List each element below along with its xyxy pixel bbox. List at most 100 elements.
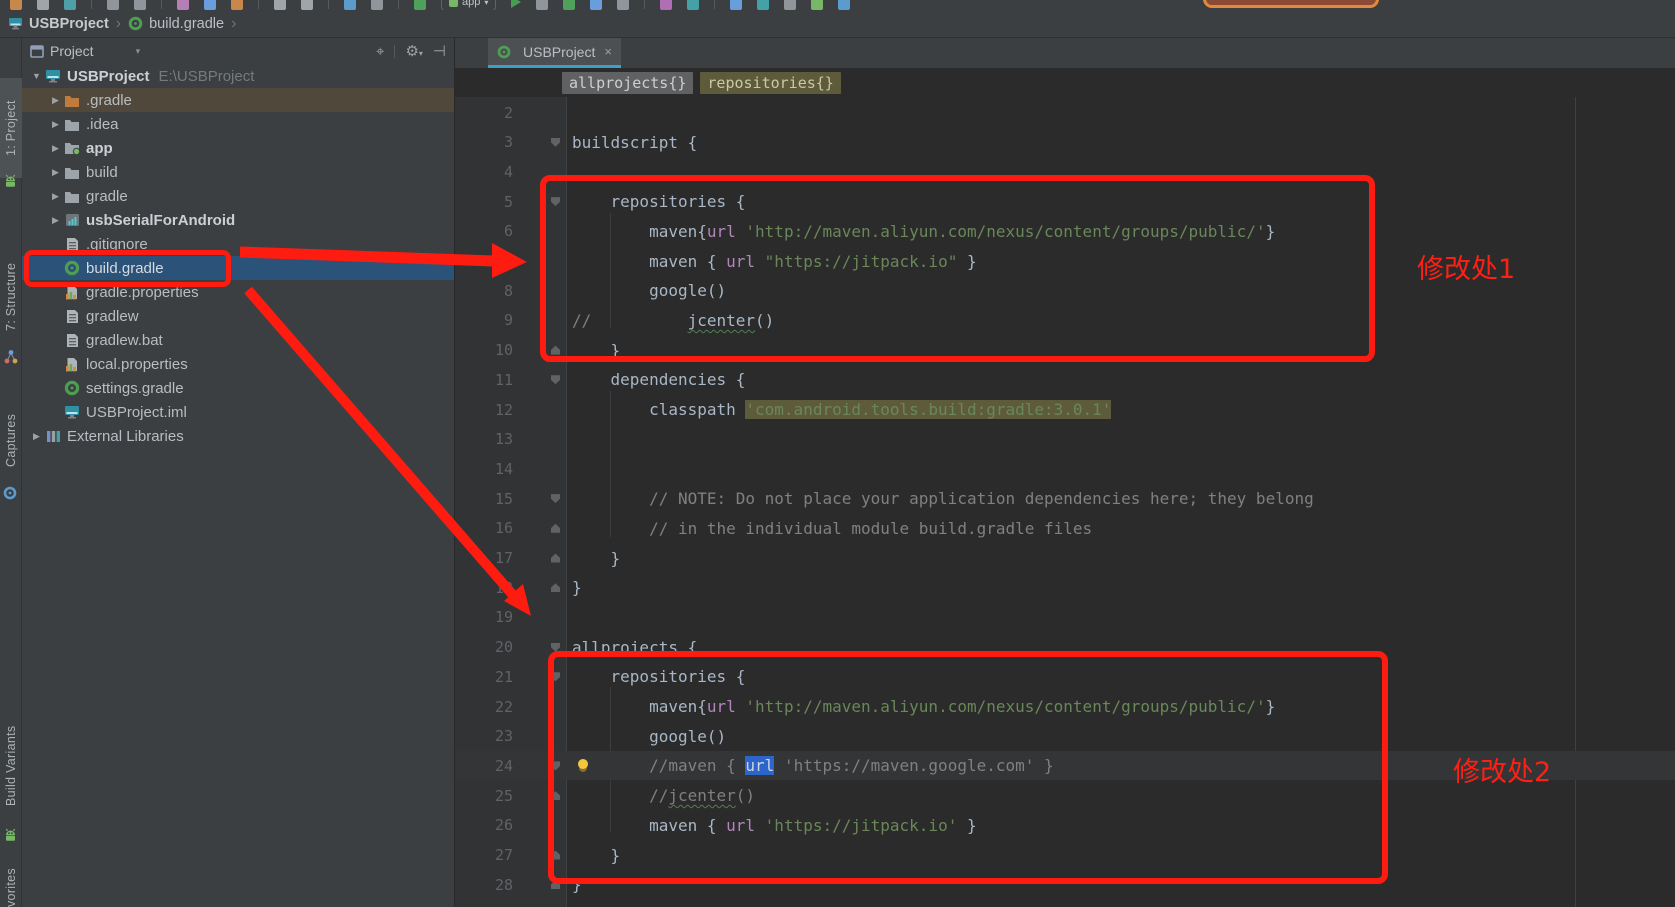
fold-marker-icon[interactable] xyxy=(551,494,560,504)
tree-item--gradle[interactable]: ▶ .gradle xyxy=(22,88,454,112)
forward-icon[interactable] xyxy=(371,0,383,10)
search-everywhere-icon[interactable] xyxy=(687,0,700,10)
breadcrumb-project[interactable]: USBProject xyxy=(29,16,109,32)
expand-caret[interactable]: ▶ xyxy=(48,119,63,130)
fold-marker-icon[interactable] xyxy=(551,523,560,533)
back-icon[interactable] xyxy=(344,0,356,10)
fold-marker-icon[interactable] xyxy=(551,880,560,890)
open-project-icon[interactable] xyxy=(10,0,22,10)
tree-item-gradle-properties[interactable]: gradle.properties xyxy=(22,280,454,304)
tree-item-gradle[interactable]: ▶ gradle xyxy=(22,184,454,208)
fold-marker-icon[interactable] xyxy=(551,197,560,207)
panel-title[interactable]: Project xyxy=(50,43,94,59)
tree-item-settings-gradle[interactable]: settings.gradle xyxy=(22,376,454,400)
line-number: 15 xyxy=(494,489,513,508)
tool-tab-structure[interactable]: 7: Structure xyxy=(0,241,22,353)
folder-icon xyxy=(63,118,81,131)
stop-icon[interactable] xyxy=(660,0,673,10)
debug-icon[interactable] xyxy=(563,0,576,10)
save-all-icon[interactable] xyxy=(37,0,49,10)
run-config-selector[interactable]: app ▾ xyxy=(441,0,497,10)
tree-item-local-properties[interactable]: local.properties xyxy=(22,352,454,376)
apply-changes-icon[interactable] xyxy=(536,0,549,10)
fold-marker-icon[interactable] xyxy=(551,791,560,801)
expand-caret[interactable]: ▶ xyxy=(48,143,63,154)
compile-icon[interactable] xyxy=(414,0,426,10)
hide-panel-icon[interactable]: ⊣ xyxy=(433,42,446,60)
find-icon[interactable] xyxy=(274,0,286,10)
expand-caret[interactable]: ▶ xyxy=(48,191,63,202)
replace-icon[interactable] xyxy=(301,0,313,10)
tree-item-usbserialforandroid[interactable]: ▶ usbSerialForAndroid xyxy=(22,208,454,232)
android-build-variants-icon[interactable] xyxy=(3,828,18,847)
tree-item-app[interactable]: ▶ app xyxy=(22,136,454,160)
chevron-down-icon[interactable]: ▾ xyxy=(136,46,141,57)
avd-manager-icon[interactable] xyxy=(757,0,770,10)
android-monitor-icon[interactable] xyxy=(3,174,18,193)
tree-item--gitignore[interactable]: .gitignore xyxy=(22,232,454,256)
tree-item-label: app xyxy=(86,139,113,157)
cut-icon[interactable] xyxy=(177,0,189,10)
fold-marker-icon[interactable] xyxy=(551,583,560,593)
undo-icon[interactable] xyxy=(107,0,119,10)
tree-item--idea[interactable]: ▶ .idea xyxy=(22,112,454,136)
fold-marker-icon[interactable] xyxy=(551,761,560,771)
line-number: 13 xyxy=(494,430,513,449)
fold-marker-icon[interactable] xyxy=(551,850,560,860)
line-number: 17 xyxy=(494,549,513,567)
fold-marker-icon[interactable] xyxy=(551,345,560,355)
expand-caret[interactable]: ▶ xyxy=(48,95,63,106)
expand-caret[interactable]: ▶ xyxy=(48,215,63,226)
sync-project-icon[interactable] xyxy=(730,0,743,10)
device-monitor-icon[interactable] xyxy=(811,0,824,10)
line-number: 22 xyxy=(494,697,513,716)
tool-tab-favorites[interactable]: 2: Favorites xyxy=(0,862,22,907)
fold-marker-icon[interactable] xyxy=(551,642,560,652)
close-icon[interactable]: × xyxy=(604,44,612,59)
fold-marker-icon[interactable] xyxy=(551,672,560,682)
tree-item-build-gradle[interactable]: build.gradle xyxy=(22,256,454,280)
redo-icon[interactable] xyxy=(134,0,146,10)
locate-file-icon[interactable]: ⌖ xyxy=(376,43,384,60)
editor-tab-usbproject[interactable]: USBProject × xyxy=(488,38,621,68)
line-number: 26 xyxy=(494,816,513,835)
tree-item-label: .gitignore xyxy=(86,235,148,253)
editor-code-area[interactable]: 2 3 buildscript {4 5 repositories {6 maven{… xyxy=(455,97,1675,907)
android-app-icon xyxy=(449,0,458,7)
expand-caret[interactable]: ▶ xyxy=(48,167,63,178)
tree-item-build[interactable]: ▶ build xyxy=(22,160,454,184)
hierarchy-icon[interactable] xyxy=(3,349,19,370)
code-line-20: 20 allprojects { xyxy=(455,633,1675,662)
breadcrumb-chip-repositories[interactable]: repositories{} xyxy=(700,71,841,94)
tree-item-external-libraries[interactable]: ▶ External Libraries xyxy=(22,424,454,448)
run-icon[interactable] xyxy=(511,0,522,8)
tool-tab-project[interactable]: 1: Project xyxy=(0,78,22,178)
tree-item-gradlew[interactable]: gradlew xyxy=(22,304,454,328)
folder-app-icon xyxy=(63,141,81,155)
chevron-right-icon: › xyxy=(231,14,237,32)
gear-icon[interactable]: ⚙▾ xyxy=(405,42,422,60)
tree-item-gradlew-bat[interactable]: gradlew.bat xyxy=(22,328,454,352)
captures-icon[interactable] xyxy=(3,486,17,505)
tree-item-label: settings.gradle xyxy=(86,379,184,397)
breadcrumb-chip-allprojects[interactable]: allprojects{} xyxy=(562,71,694,94)
tree-item-usbproject[interactable]: ▼ USBProject E:\USBProject xyxy=(22,64,454,88)
breadcrumb-file[interactable]: build.gradle xyxy=(149,16,224,32)
tree-item-usbproject-iml[interactable]: USBProject.iml xyxy=(22,400,454,424)
fold-marker-icon[interactable] xyxy=(551,375,560,385)
code-line-10: 10 } xyxy=(455,336,1675,365)
copy-icon[interactable] xyxy=(204,0,216,10)
tool-tab-captures[interactable]: Captures xyxy=(0,394,22,486)
profiler-icon[interactable] xyxy=(617,0,630,10)
fold-marker-icon[interactable] xyxy=(551,137,560,147)
attach-debugger-icon[interactable] xyxy=(838,0,851,10)
expand-caret[interactable]: ▶ xyxy=(29,431,44,442)
tool-tab-build-variants[interactable]: Build Variants xyxy=(0,704,22,828)
expand-caret[interactable]: ▼ xyxy=(29,71,44,81)
fold-marker-icon[interactable] xyxy=(551,553,560,563)
paste-icon[interactable] xyxy=(231,0,243,10)
code-line-8: 8 google() xyxy=(455,276,1675,305)
sdk-manager-icon[interactable] xyxy=(784,0,797,10)
coverage-icon[interactable] xyxy=(590,0,603,10)
sync-icon[interactable] xyxy=(64,0,76,10)
